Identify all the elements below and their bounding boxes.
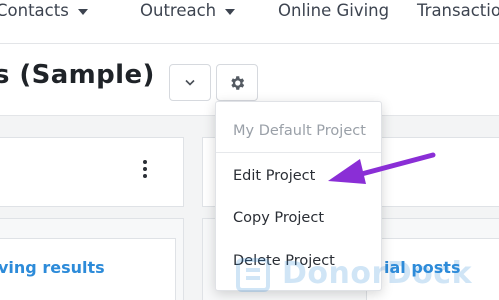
- social-posts-link[interactable]: ial posts: [384, 258, 460, 277]
- page-title: s (Sample): [0, 60, 155, 90]
- nav-online-giving[interactable]: Online Giving: [278, 0, 389, 22]
- nav-outreach-label: Outreach: [140, 1, 217, 20]
- nav-transactions-label: Transactio: [417, 1, 499, 20]
- collapse-button[interactable]: [169, 64, 211, 101]
- nav-contacts[interactable]: Contacts: [0, 0, 88, 22]
- caret-down-icon: [225, 9, 236, 15]
- gear-icon: [231, 75, 245, 90]
- delete-project-menu-item[interactable]: Delete Project: [216, 243, 381, 279]
- giving-results-link[interactable]: ving results: [0, 258, 105, 277]
- chevron-down-icon: [185, 79, 195, 86]
- nav-contacts-label: Contacts: [0, 1, 69, 20]
- settings-button[interactable]: [216, 64, 258, 101]
- nav-online-giving-label: Online Giving: [278, 1, 390, 20]
- top-navigation: Contacts Outreach Online Giving Transact…: [0, 0, 499, 44]
- nav-outreach[interactable]: Outreach: [140, 0, 236, 22]
- caret-down-icon: [77, 9, 88, 15]
- widget-panel-top-left: [0, 137, 184, 207]
- settings-dropdown-menu: My Default Project Edit Project Copy Pro…: [215, 101, 382, 291]
- more-options-icon[interactable]: [141, 158, 149, 180]
- nav-transactions[interactable]: Transactio: [417, 0, 499, 22]
- annotation-arrow-icon: [328, 152, 436, 184]
- menu-header: My Default Project: [233, 123, 366, 139]
- copy-project-menu-item[interactable]: Copy Project: [216, 200, 381, 236]
